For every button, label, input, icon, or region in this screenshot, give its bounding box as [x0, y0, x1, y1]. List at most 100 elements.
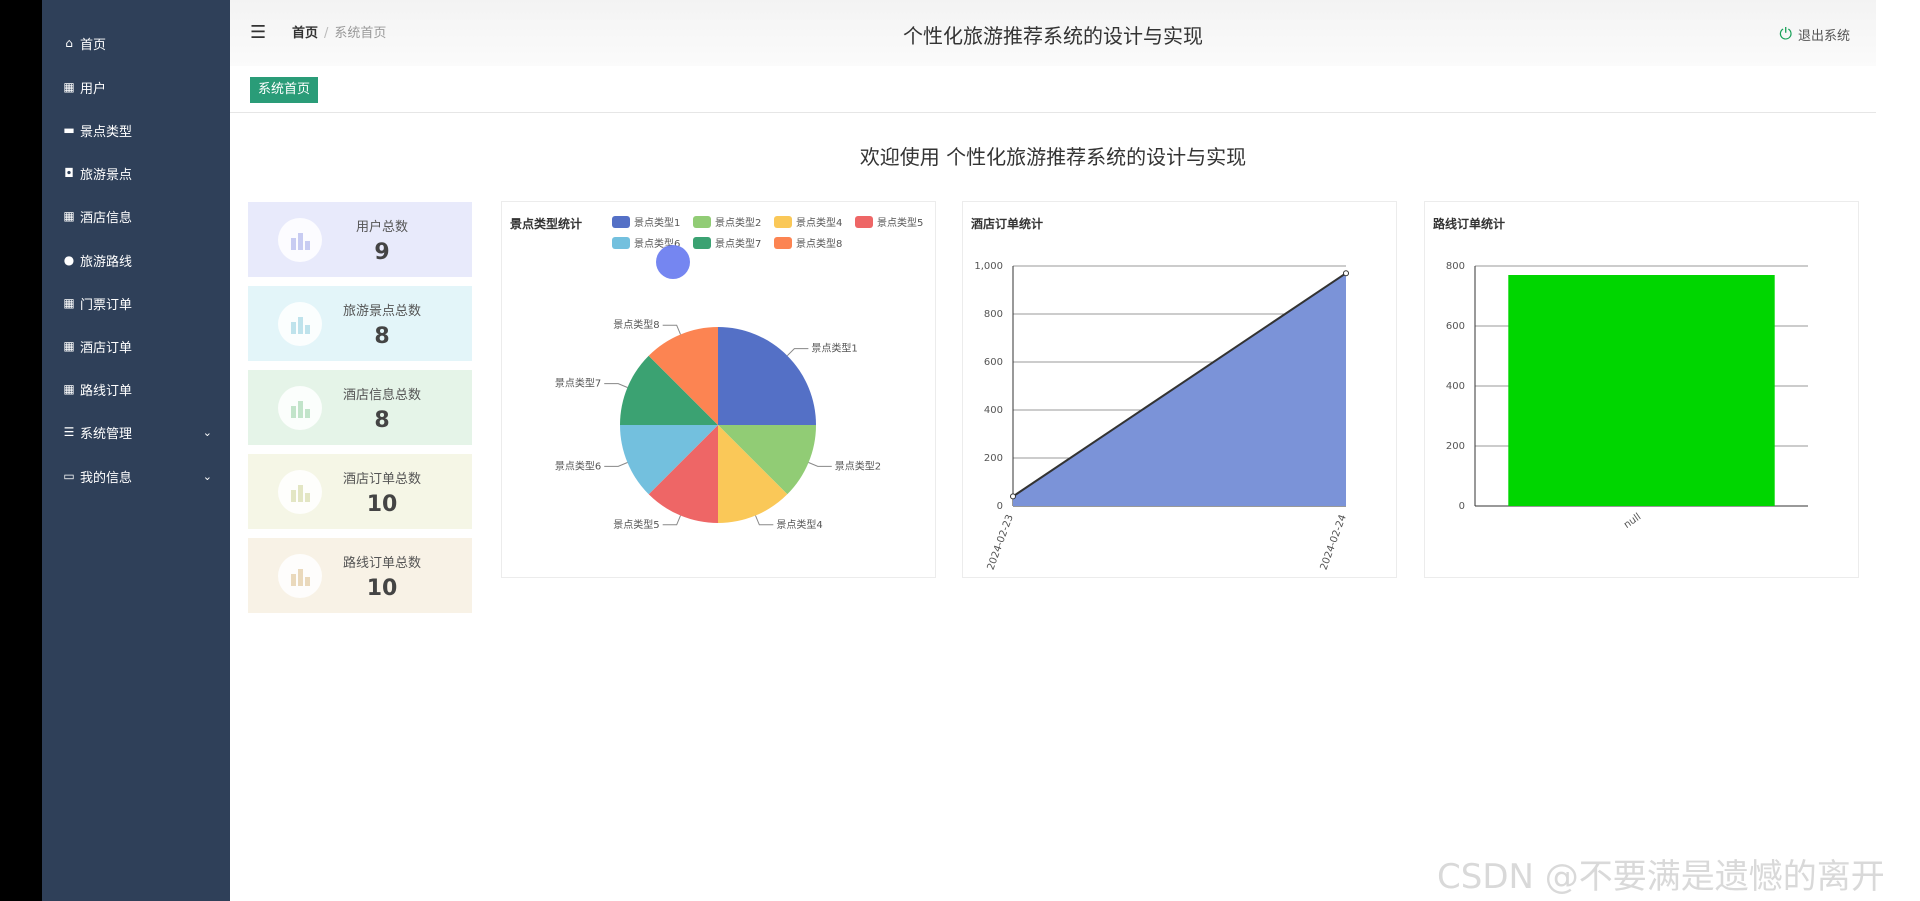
area-fill: [1013, 273, 1346, 506]
route-order-chart: 0 200 400 600 800 null: [1446, 261, 1808, 531]
bar-chart-icon: [291, 401, 310, 418]
sidebar-item-label: 旅游路线: [80, 254, 133, 270]
id-card-icon: ▭: [63, 469, 75, 483]
tab-bar: 系统首页: [230, 66, 1876, 113]
sidebar-item-label: 景点类型: [80, 124, 133, 140]
pie-slice: [718, 327, 816, 425]
sidebar-item-label: 用户: [80, 81, 107, 97]
pie-slice-label: 景点类型1: [811, 342, 857, 355]
sidebar-item-label: 系统管理: [80, 426, 133, 442]
pie-slice-label: 景点类型8: [613, 318, 659, 331]
y-tick-label: 200: [984, 453, 1003, 464]
pie-slice-label: 景点类型4: [776, 518, 822, 531]
stat-label: 用户总数: [355, 220, 408, 235]
watermark-text: CSDN @不要满是遗憾的离开: [1437, 857, 1885, 897]
pie-slice-label: 景点类型6: [555, 459, 601, 472]
legend-label: 景点类型4: [796, 216, 842, 229]
legend-label: 景点类型5: [877, 216, 923, 229]
sidebar-item-4[interactable]: ▦ 酒店信息: [42, 196, 230, 236]
sidebar-item-label: 门票订单: [80, 297, 133, 313]
grid-icon: ▦: [63, 296, 75, 310]
stat-circle: [278, 218, 322, 262]
pie-label-line: [604, 462, 628, 467]
grid-icon: ▦: [63, 339, 75, 353]
page-title: 个性化旅游推荐系统的设计与实现: [903, 24, 1203, 48]
sidebar-item-label: 旅游景点: [80, 167, 133, 183]
pie-label-line: [662, 324, 681, 335]
legend-label: 景点类型2: [715, 216, 761, 229]
legend-swatch: [612, 237, 630, 249]
sidebar-item-7[interactable]: ▦ 酒店订单: [42, 326, 230, 366]
pie-chart: 景点类型1 景点类型2 景点类型4 景点类型5 景点类型6 景点类型7 景点类型8 景点类型1…: [555, 216, 923, 531]
bookmark-icon: ▬: [63, 123, 75, 137]
stat-value: 10: [366, 492, 398, 517]
sidebar-item-label: 路线订单: [80, 383, 133, 399]
sidebar-item-label: 首页: [80, 37, 107, 53]
grid-icon: ▦: [63, 80, 75, 94]
sidebar-item-10[interactable]: ▭ 我的信息 ⌄: [42, 456, 230, 496]
pie-label-line: [755, 515, 774, 526]
welcome-text: 欢迎使用 个性化旅游推荐系统的设计与实现: [859, 145, 1247, 169]
sidebar-item-label: 我的信息: [80, 470, 133, 486]
stat-circle: [278, 470, 322, 514]
hotel-order-chart-panel: 酒店订单统计 0 200 400 600 800 1,000 2024-02-23 2024-…: [962, 201, 1397, 578]
stat-card: 用户总数 9: [248, 202, 472, 277]
right-letterbox: [1876, 0, 1920, 901]
grid-icon: ▦: [63, 209, 75, 223]
chevron-down-icon: ⌄: [202, 469, 212, 483]
y-tick-label: 400: [1446, 381, 1465, 392]
pie-label-line: [662, 515, 681, 526]
mouse-cursor-highlight: [656, 245, 690, 279]
tab-home[interactable]: 系统首页: [250, 77, 319, 103]
pie-label-line: [604, 383, 628, 388]
stat-card: 路线订单总数 10: [248, 538, 472, 613]
legend-label: 景点类型8: [796, 237, 842, 250]
logout-label: 退出系统: [1797, 28, 1850, 44]
legend-swatch: [612, 216, 630, 228]
sidebar-item-9[interactable]: ☰ 系统管理 ⌄: [42, 412, 230, 452]
stat-label: 路线订单总数: [342, 556, 421, 571]
y-tick-label: 600: [1446, 321, 1465, 332]
y-tick-label: 0: [997, 501, 1003, 512]
sidebar-item-8[interactable]: ▦ 路线订单: [42, 369, 230, 409]
left-letterbox: [0, 0, 42, 901]
sliders-icon: ☰: [63, 425, 75, 439]
x-tick-label: 2024-02-23: [986, 513, 1016, 571]
stat-circle: [278, 302, 322, 346]
sidebar-item-5[interactable]: ● 旅游路线: [42, 240, 230, 280]
stat-value: 8: [374, 324, 390, 349]
stat-value: 8: [374, 408, 390, 433]
hotel-order-chart: 0 200 400 600 800 1,000 2024-02-23 2024-02-24: [974, 261, 1349, 572]
sidebar-item-3[interactable]: ◘ 旅游景点: [42, 153, 230, 193]
legend-swatch: [693, 237, 711, 249]
route-chart-title: 路线订单统计: [1433, 217, 1506, 231]
sidebar-item-2[interactable]: ▬ 景点类型: [42, 110, 230, 150]
bar: [1508, 275, 1775, 506]
home-icon: ⌂: [65, 36, 73, 50]
stat-label: 酒店信息总数: [342, 388, 421, 403]
bar-chart-icon: [291, 233, 310, 250]
x-tick-label: null: [1622, 511, 1643, 530]
stat-label: 旅游景点总数: [342, 304, 421, 319]
y-tick-label: 200: [1446, 441, 1465, 452]
y-tick-label: 1,000: [974, 261, 1003, 272]
sidebar-item-0[interactable]: ⌂ 首页: [42, 23, 230, 63]
power-icon: ⏻: [1779, 24, 1792, 43]
legend-swatch: [774, 216, 792, 228]
sidebar-item-1[interactable]: ▦ 用户: [42, 67, 230, 107]
sidebar: ⌂ 首页 ▦ 用户 ▬ 景点类型 ◘ 旅游景点 ▦ 酒店信息 ● 旅游路线 ▦ 门票订单 ▦ 酒店订单 ▦ 路线订…: [42, 0, 230, 901]
stat-value: 9: [374, 240, 390, 265]
sidebar-item-6[interactable]: ▦ 门票订单: [42, 283, 230, 323]
camera-icon: ◘: [64, 166, 74, 180]
grid-icon: ▦: [63, 382, 75, 396]
y-tick-label: 800: [1446, 261, 1465, 272]
logout-button[interactable]: ⏻ 退出系统: [1779, 24, 1850, 44]
person-icon: ●: [63, 253, 75, 267]
pie-label-line: [808, 462, 832, 467]
pie-slice-label: 景点类型2: [835, 459, 881, 472]
bar-chart-icon: [291, 485, 310, 502]
sidebar-item-label: 酒店订单: [80, 340, 133, 356]
pie-slice-label: 景点类型5: [613, 518, 659, 531]
stat-circle: [278, 386, 322, 430]
pie-slice-label: 景点类型7: [555, 377, 601, 390]
